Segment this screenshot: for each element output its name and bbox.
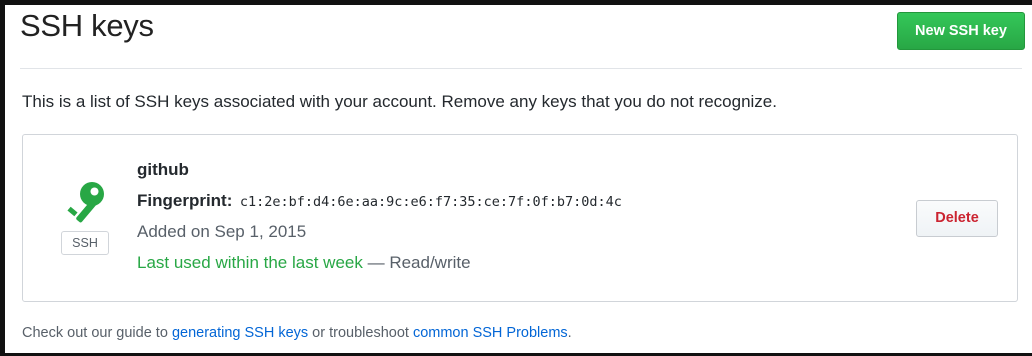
key-type-badge: SSH [61,231,109,255]
title-divider [20,68,1022,69]
key-added-date: Added on Sep 1, 2015 [137,222,307,241]
access-separator: — [362,253,390,272]
footer-middle: or troubleshoot [308,325,413,341]
fingerprint-value: c1:2e:bf:d4:6e:aa:9c:e6:f7:35:ce:7f:0f:b… [239,194,622,210]
footer-prefix: Check out our guide to [22,325,172,341]
fingerprint-label: Fingerprint: [137,191,233,210]
key-title: github [137,160,189,179]
fingerprint-row: Fingerprint: c1:2e:bf:d4:6e:aa:9c:e6:f7:… [137,191,622,211]
last-used-row: Last used within the last week — Read/wr… [137,253,471,273]
generating-ssh-keys-link[interactable]: generating SSH keys [172,325,308,341]
footer-suffix: . [567,325,572,341]
footer-help-text: Check out our guide to generating SSH ke… [22,325,572,341]
page-title: SSH keys [20,8,154,43]
ssh-key-item: SSH github Fingerprint: c1:2e:bf:d4:6e:a… [22,134,1018,302]
new-ssh-key-button[interactable]: New SSH key [897,12,1025,50]
common-ssh-problems-link[interactable]: common SSH Problems [413,325,568,341]
delete-key-button[interactable]: Delete [916,200,998,237]
intro-text: This is a list of SSH keys associated wi… [22,92,777,111]
last-used-status: Last used within the last week [137,253,363,272]
key-icon [67,182,104,223]
access-level: Read/write [389,253,471,272]
